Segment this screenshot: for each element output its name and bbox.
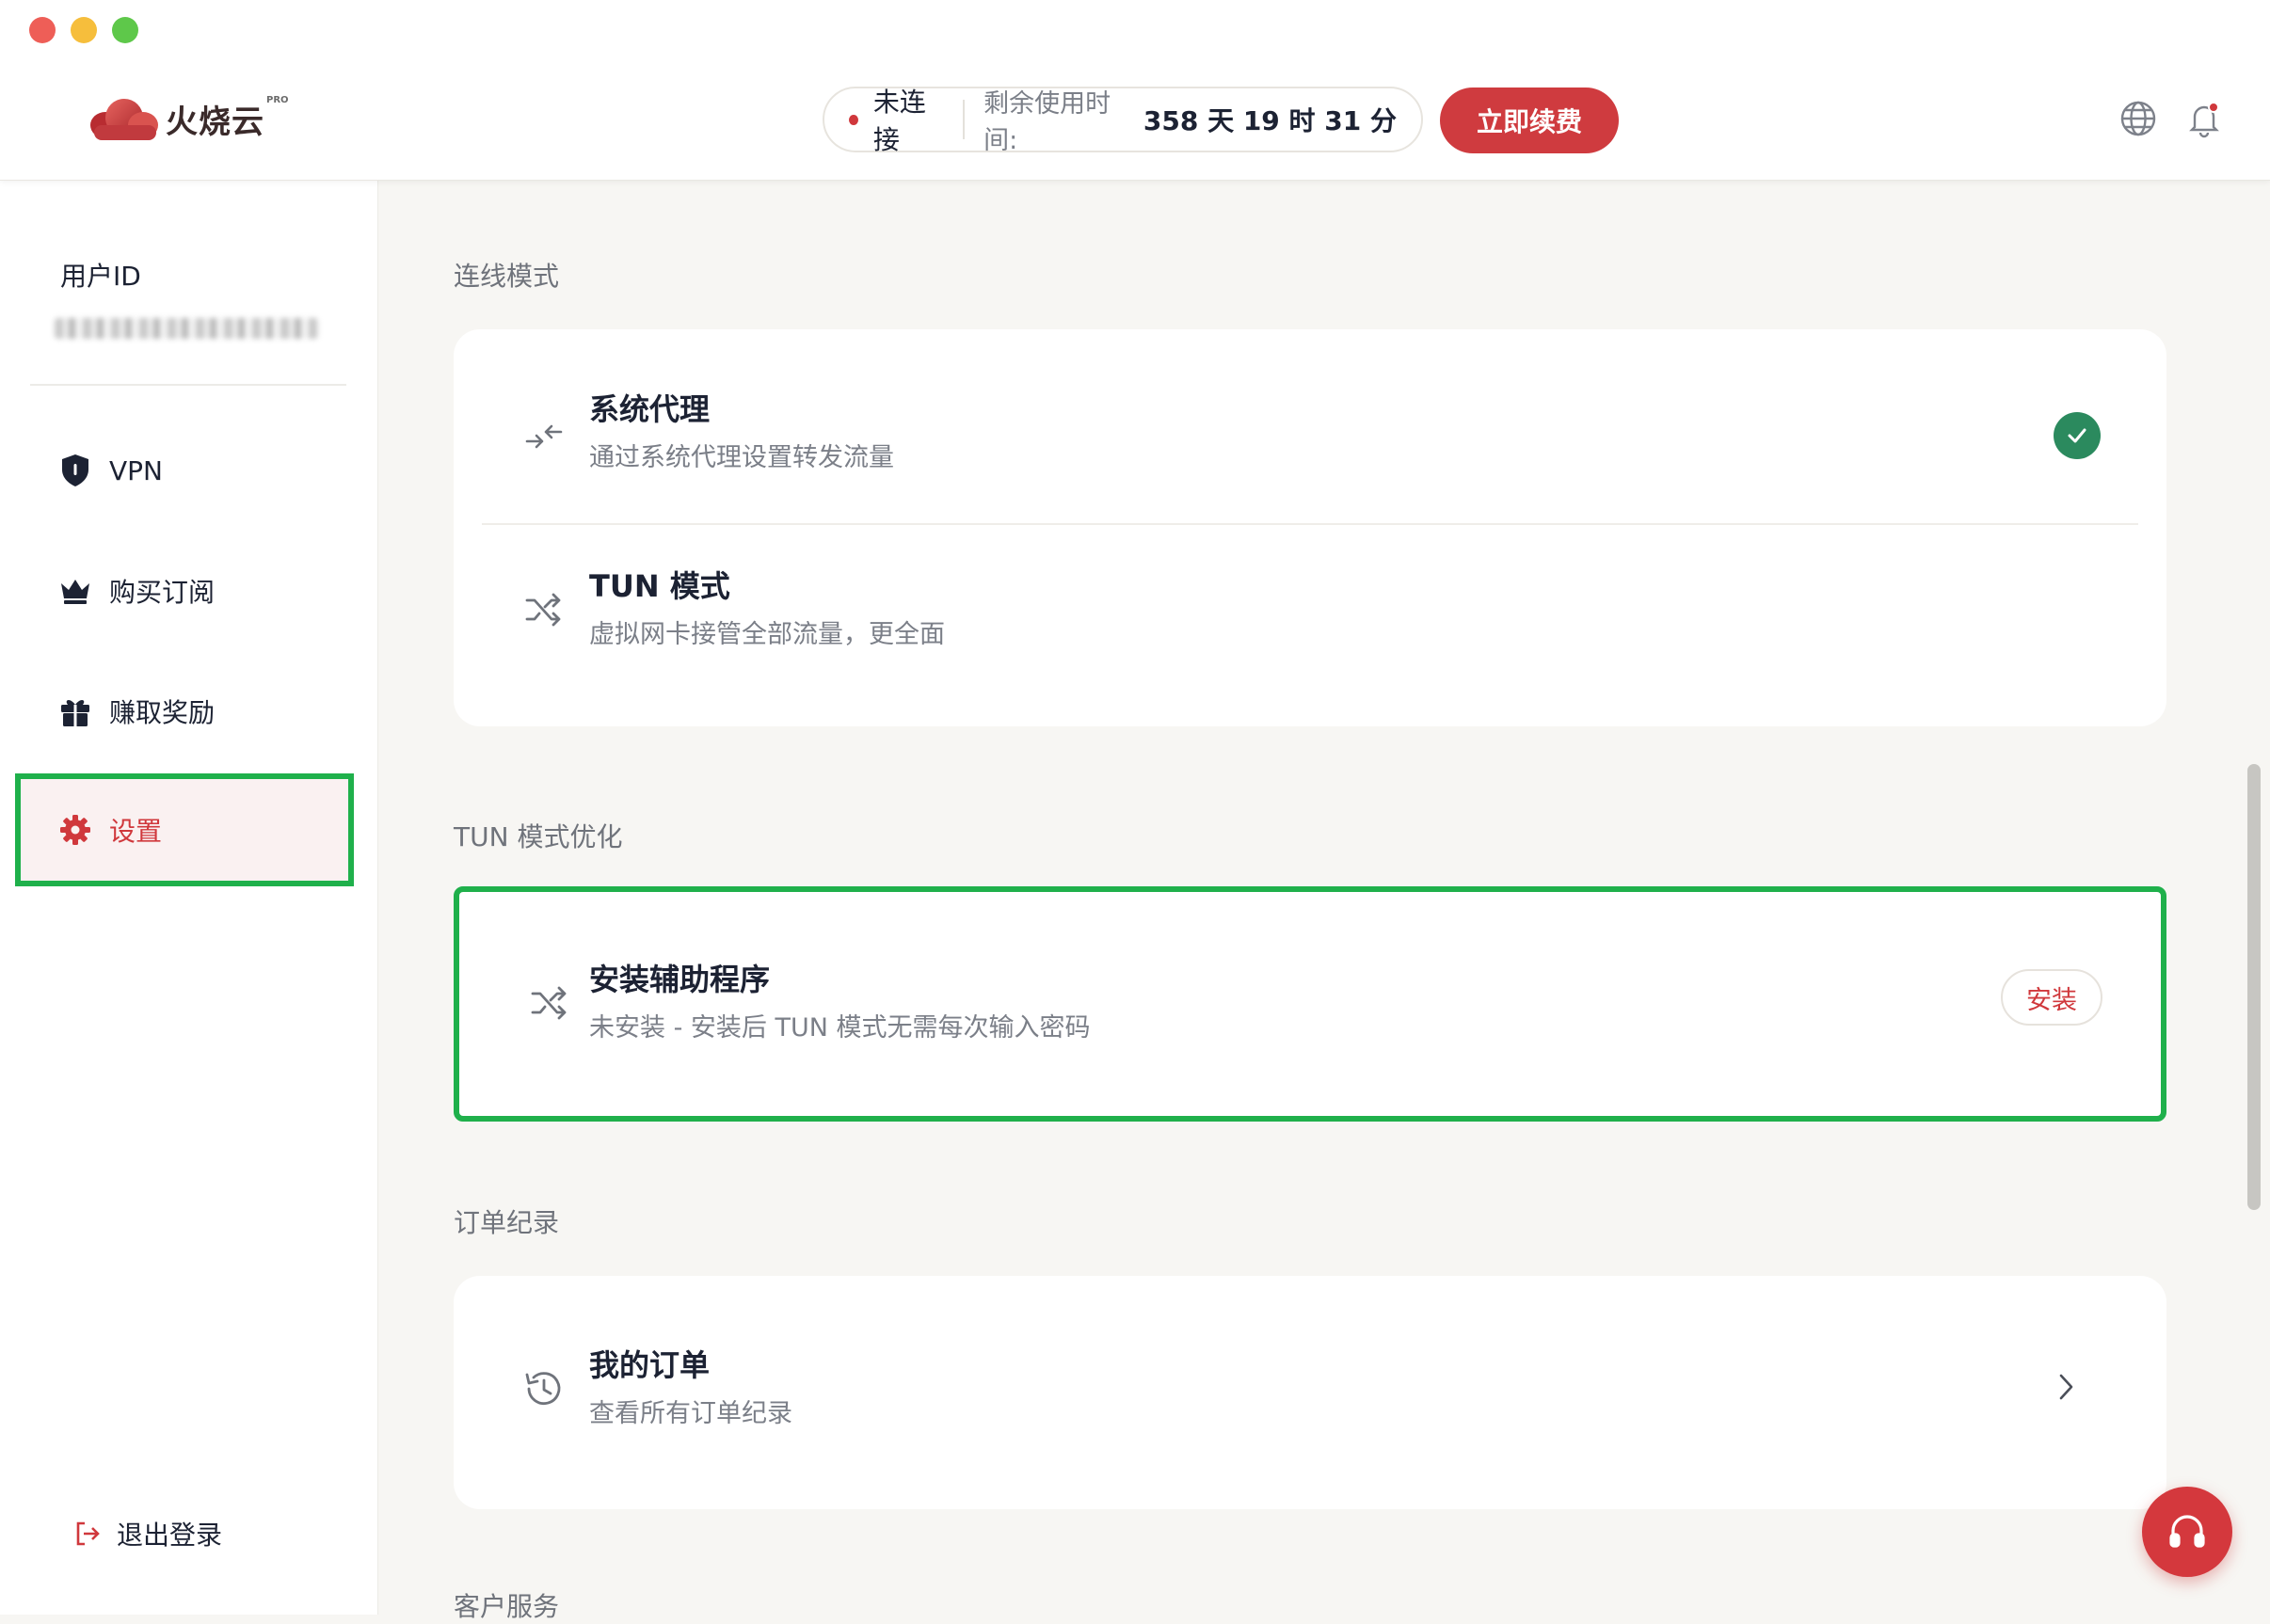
sidebar-item-label: 赚取奖励 [109, 697, 216, 728]
option-install-helper[interactable]: 安装辅助程序 未安装 - 安装后 TUN 模式无需每次输入密码 安装 [459, 918, 2161, 1091]
status-dot [849, 114, 858, 125]
tun-mode-title: TUN 模式 [589, 568, 730, 604]
system-proxy-desc: 通过系统代理设置转发流量 [589, 443, 894, 472]
shield-icon [58, 454, 92, 487]
arrows-compress-icon [520, 412, 568, 461]
app-logo: 火烧云 PRO [88, 92, 289, 145]
bell-icon [2189, 102, 2219, 138]
install-helper-desc: 未安装 - 安装后 TUN 模式无需每次输入密码 [589, 1013, 1091, 1043]
history-icon [520, 1364, 568, 1413]
option-my-orders[interactable]: 我的订单 查看所有订单纪录 [454, 1304, 2166, 1477]
shuffle-icon [520, 585, 568, 634]
scrollbar-thumb[interactable] [2247, 764, 2261, 1210]
my-orders-title: 我的订单 [589, 1347, 711, 1383]
remaining-time-label: 剩余使用时间: [983, 89, 1111, 155]
logo-text: 火烧云 [166, 103, 264, 141]
user-id-label: 用户ID [60, 261, 141, 292]
logo-pro-badge: PRO [266, 94, 289, 105]
user-id-value-redacted [55, 318, 318, 339]
remaining-time-value: 358 天 19 时 31 分 [1143, 105, 1397, 136]
system-proxy-title: 系统代理 [589, 391, 711, 427]
language-button[interactable] [2118, 98, 2159, 139]
sidebar-item-label: 购买订阅 [109, 577, 216, 608]
minimize-window-button[interactable] [71, 17, 97, 43]
sidebar: 用户ID VPN 购买订阅 赚取奖励 设置 退出登录 [0, 181, 378, 1615]
globe-icon [2120, 101, 2156, 136]
tun-mode-desc: 虚拟网卡接管全部流量，更全面 [589, 620, 945, 649]
sidebar-item-label: 设置 [109, 816, 163, 847]
app-header: 火烧云 PRO 未连接 剩余使用时间: 358 天 19 时 31 分 立即续费 [0, 0, 2270, 181]
settings-content: 连线模式 系统代理 通过系统代理设置转发流量 TUN 模式 虚拟网卡接管全部流量… [378, 181, 2242, 1622]
logout-label: 退出登录 [117, 1520, 223, 1551]
logout-icon [76, 1521, 100, 1546]
sidebar-item-subscribe[interactable]: 购买订阅 [19, 538, 350, 644]
notifications-button[interactable] [2183, 98, 2225, 139]
install-button[interactable]: 安装 [2001, 969, 2102, 1026]
logout-button[interactable]: 退出登录 [73, 1515, 222, 1552]
sidebar-item-rewards[interactable]: 赚取奖励 [19, 659, 350, 764]
sidebar-item-settings[interactable]: 设置 [15, 773, 354, 886]
shuffle-icon [525, 979, 574, 1027]
renew-button[interactable]: 立即续费 [1440, 88, 1619, 153]
crown-icon [58, 574, 92, 608]
gear-icon [58, 813, 92, 847]
connection-mode-card: 系统代理 通过系统代理设置转发流量 TUN 模式 虚拟网卡接管全部流量，更全面 [454, 329, 2166, 726]
close-window-button[interactable] [29, 17, 56, 43]
tun-optimization-heading: TUN 模式优化 [454, 821, 623, 852]
pill-divider [963, 100, 966, 139]
sidebar-item-vpn[interactable]: VPN [19, 418, 350, 523]
window-controls [29, 17, 138, 43]
headset-icon [2169, 1515, 2205, 1548]
connection-status-pill: 未连接 剩余使用时间: 358 天 19 时 31 分 [823, 87, 1423, 155]
option-system-proxy[interactable]: 系统代理 通过系统代理设置转发流量 [454, 346, 2166, 519]
option-tun-mode[interactable]: TUN 模式 虚拟网卡接管全部流量，更全面 [454, 523, 2166, 696]
gift-icon [58, 694, 92, 728]
orders-heading: 订单纪录 [454, 1207, 560, 1238]
sidebar-divider [30, 384, 346, 386]
connection-status-text: 未连接 [872, 87, 926, 155]
zoom-window-button[interactable] [112, 17, 138, 43]
connection-mode-heading: 连线模式 [454, 261, 560, 292]
sidebar-item-label: VPN [109, 454, 163, 486]
selected-check-icon [2054, 412, 2101, 459]
support-heading: 客户服务 [454, 1591, 560, 1622]
cloud-logo-icon [90, 99, 158, 140]
install-helper-title: 安装辅助程序 [589, 962, 771, 997]
helper-install-card: 安装辅助程序 未安装 - 安装后 TUN 模式无需每次输入密码 安装 [454, 886, 2166, 1122]
my-orders-desc: 查看所有订单纪录 [589, 1399, 792, 1428]
orders-card: 我的订单 查看所有订单纪录 [454, 1276, 2166, 1509]
support-chat-button[interactable] [2142, 1487, 2232, 1577]
chevron-right-icon [2055, 1372, 2076, 1406]
